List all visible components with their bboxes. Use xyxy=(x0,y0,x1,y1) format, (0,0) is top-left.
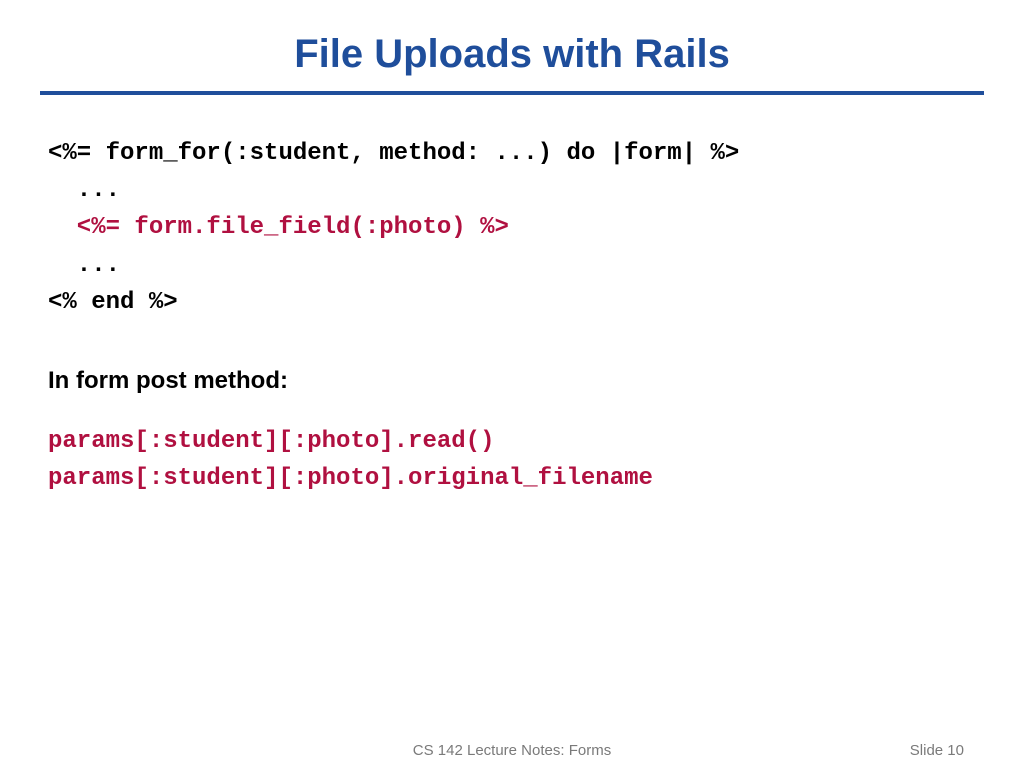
footer-center: CS 142 Lecture Notes: Forms xyxy=(0,742,1024,759)
code-block-params: params[:student][:photo].read() params[:… xyxy=(48,423,984,497)
code-line-highlight: params[:student][:photo].read() xyxy=(48,428,494,455)
code-line: <%= form_for(:student, method: ...) do |… xyxy=(48,140,739,167)
title-rule xyxy=(40,91,984,95)
slide-title: File Uploads with Rails xyxy=(40,32,984,91)
footer-right: Slide 10 xyxy=(910,742,964,759)
code-block-erb: <%= form_for(:student, method: ...) do |… xyxy=(48,135,984,321)
code-line: ... xyxy=(48,177,120,204)
section-label: In form post method: xyxy=(48,367,984,395)
slide: File Uploads with Rails <%= form_for(:st… xyxy=(0,0,1024,768)
code-line: <% end %> xyxy=(48,289,178,316)
code-line-highlight: <%= form.file_field(:photo) %> xyxy=(48,214,509,241)
code-line-highlight: params[:student][:photo].original_filena… xyxy=(48,465,653,492)
code-line: ... xyxy=(48,252,120,279)
